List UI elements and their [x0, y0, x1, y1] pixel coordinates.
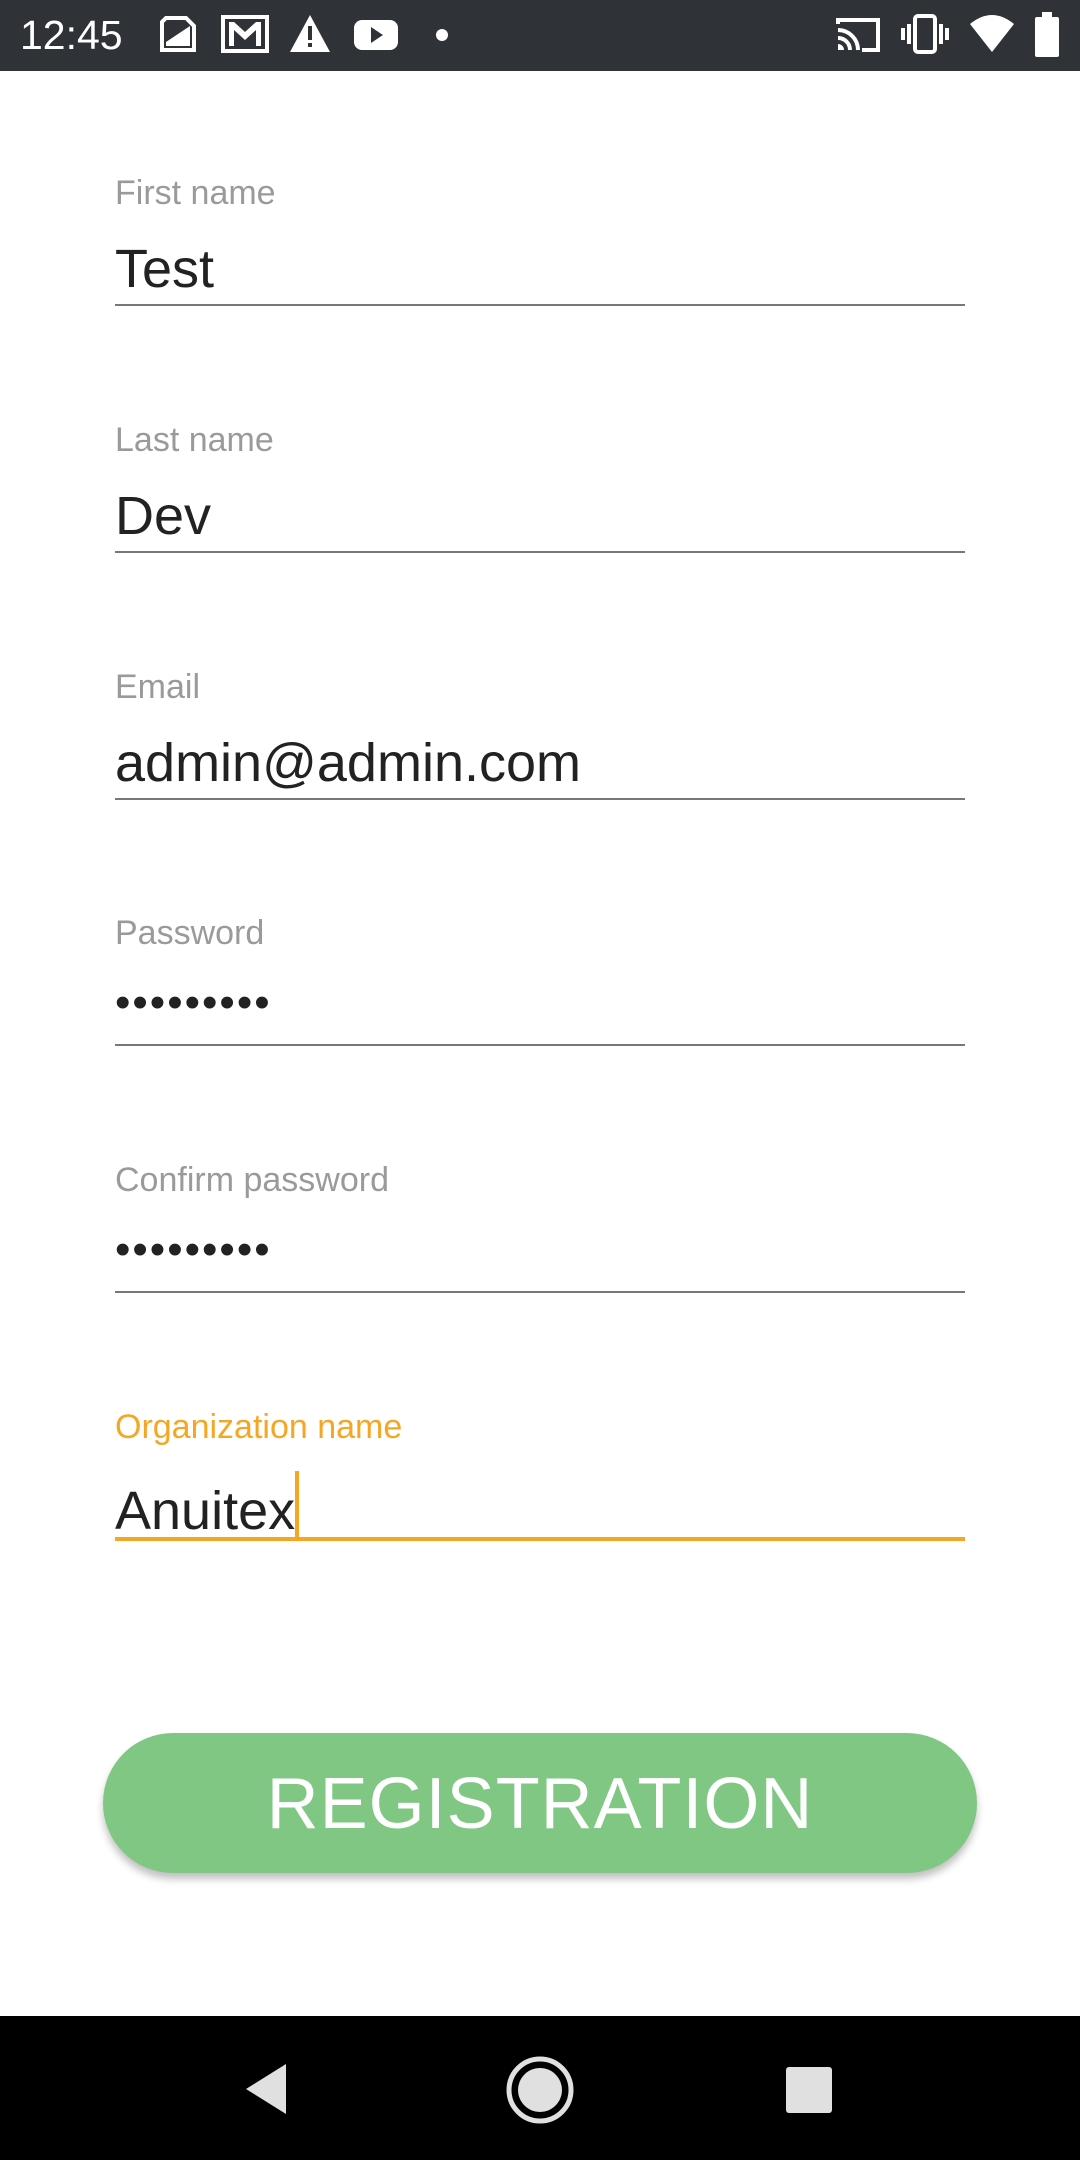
organization-name-underline — [115, 1537, 965, 1541]
registration-button[interactable]: REGISTRATION — [103, 1733, 977, 1873]
last-name-field[interactable]: Last name Dev — [115, 420, 965, 570]
navigation-bar — [0, 2016, 1080, 2160]
text-cursor — [295, 1471, 300, 1541]
last-name-underline — [115, 551, 965, 553]
back-icon[interactable] — [240, 2054, 296, 2129]
vibrate-icon — [900, 12, 950, 61]
registration-form: First name Test Last name Dev Email admi… — [0, 71, 1080, 2016]
password-label: Password — [115, 914, 265, 952]
confirm-password-input[interactable]: ••••••••• — [115, 1218, 272, 1282]
gmail-icon — [220, 12, 270, 61]
confirm-password-underline — [115, 1291, 965, 1293]
battery-icon — [1034, 12, 1060, 63]
password-underline — [115, 1044, 965, 1046]
organization-name-label: Organization name — [115, 1408, 403, 1446]
warning-icon — [288, 12, 332, 61]
organization-name-input[interactable]: Anuitex — [115, 1471, 300, 1543]
wifi-icon — [968, 12, 1016, 61]
first-name-field[interactable]: First name Test — [115, 173, 965, 323]
email-input[interactable]: admin@admin.com — [115, 731, 581, 795]
last-name-input[interactable]: Dev — [115, 484, 211, 548]
status-bar: 12:45 — [0, 0, 1080, 71]
password-input[interactable]: ••••••••• — [115, 971, 272, 1035]
confirm-password-field[interactable]: Confirm password ••••••••• — [115, 1160, 965, 1310]
last-name-label: Last name — [115, 421, 274, 459]
youtube-icon — [352, 12, 400, 61]
recents-icon[interactable] — [782, 2054, 838, 2129]
sim-card-icon — [156, 12, 200, 61]
status-time: 12:45 — [20, 12, 123, 58]
home-icon[interactable] — [504, 2054, 576, 2131]
first-name-label: First name — [115, 174, 276, 212]
first-name-input[interactable]: Test — [115, 237, 214, 301]
organization-name-value: Anuitex — [115, 1481, 296, 1541]
email-label: Email — [115, 668, 201, 706]
confirm-password-label: Confirm password — [115, 1161, 389, 1199]
email-field[interactable]: Email admin@admin.com — [115, 667, 965, 817]
cast-icon — [834, 12, 882, 61]
organization-name-field[interactable]: Organization name Anuitex — [115, 1407, 965, 1557]
email-underline — [115, 798, 965, 800]
dot-icon — [432, 12, 452, 61]
password-field[interactable]: Password ••••••••• — [115, 913, 965, 1063]
first-name-underline — [115, 304, 965, 306]
